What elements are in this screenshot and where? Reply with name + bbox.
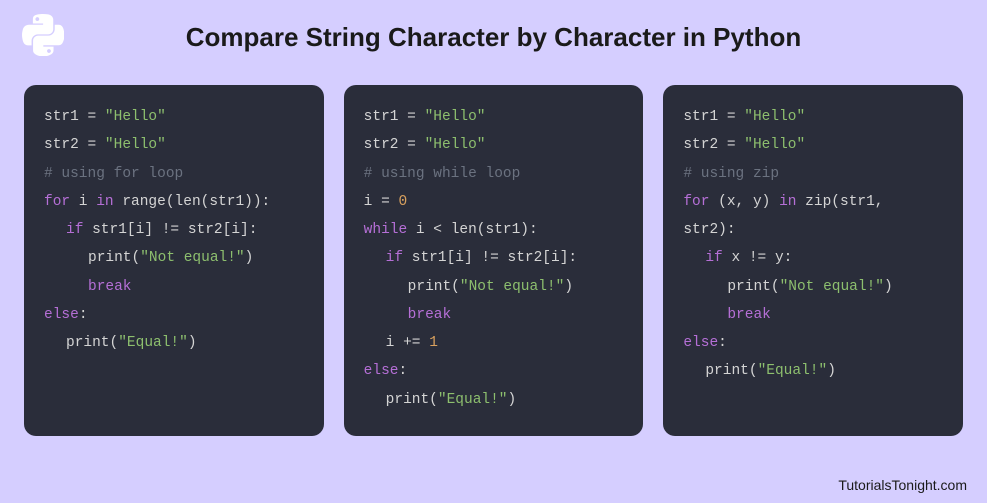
code-string: "Hello" [425, 109, 486, 125]
code-keyword: break [727, 307, 771, 323]
code-block-zip: str1 = "Hello" str2 = "Hello" # using zi… [663, 85, 963, 436]
code-string: "Not equal!" [460, 279, 564, 295]
code-text: print( [705, 363, 757, 379]
code-text: str1 = [683, 109, 744, 125]
code-number: 0 [398, 194, 407, 210]
code-text: str2): [683, 222, 735, 238]
code-text: : [718, 335, 727, 351]
code-text: print( [66, 335, 118, 351]
code-block-for-loop: str1 = "Hello" str2 = "Hello" # using fo… [24, 85, 324, 436]
code-text: str2 = [364, 137, 425, 153]
code-text: print( [88, 250, 140, 266]
code-text: : [398, 363, 407, 379]
code-keyword: else [683, 335, 718, 351]
page-title: Compare String Character by Character in… [0, 0, 987, 53]
code-comment: # using for loop [44, 166, 183, 182]
code-keyword: if [705, 250, 722, 266]
code-text: i = [364, 194, 399, 210]
code-block-while-loop: str1 = "Hello" str2 = "Hello" # using wh… [344, 85, 644, 436]
code-text: str2 = [683, 137, 744, 153]
code-text: i < len(str1): [407, 222, 538, 238]
code-text: (x, y) [709, 194, 779, 210]
code-text: ) [245, 250, 254, 266]
code-comment: # using zip [683, 166, 779, 182]
code-keyword: break [408, 307, 452, 323]
code-text: ) [884, 279, 893, 295]
code-keyword: if [386, 250, 403, 266]
footer-attribution: TutorialsTonight.com [838, 477, 967, 493]
code-keyword: if [66, 222, 83, 238]
code-text: print( [386, 392, 438, 408]
code-text: print( [408, 279, 460, 295]
code-keyword: for [683, 194, 709, 210]
code-string: "Not equal!" [780, 279, 884, 295]
code-string: "Hello" [744, 109, 805, 125]
code-string: "Not equal!" [140, 250, 244, 266]
code-text: range(len(str1)): [114, 194, 271, 210]
code-text: : [79, 307, 88, 323]
code-keyword: in [779, 194, 796, 210]
code-text: str1[i] != str2[i]: [403, 250, 577, 266]
code-string: "Hello" [105, 109, 166, 125]
code-string: "Hello" [744, 137, 805, 153]
code-keyword: break [88, 279, 132, 295]
code-text: ) [188, 335, 197, 351]
code-text: str1[i] != str2[i]: [83, 222, 257, 238]
code-string: "Equal!" [118, 335, 188, 351]
code-string: "Hello" [425, 137, 486, 153]
code-text: i [70, 194, 96, 210]
code-comment: # using while loop [364, 166, 521, 182]
code-keyword: else [364, 363, 399, 379]
python-logo-icon [22, 14, 64, 61]
code-string: "Equal!" [758, 363, 828, 379]
code-keyword: for [44, 194, 70, 210]
code-text: ) [508, 392, 517, 408]
code-text: str2 = [44, 137, 105, 153]
code-string: "Hello" [105, 137, 166, 153]
code-keyword: while [364, 222, 408, 238]
code-blocks-container: str1 = "Hello" str2 = "Hello" # using fo… [0, 85, 987, 436]
code-text: ) [564, 279, 573, 295]
code-text: i += [386, 335, 430, 351]
code-text: ) [827, 363, 836, 379]
code-text: zip(str1, [796, 194, 883, 210]
code-keyword: in [96, 194, 113, 210]
code-keyword: else [44, 307, 79, 323]
code-text: str1 = [364, 109, 425, 125]
code-string: "Equal!" [438, 392, 508, 408]
code-number: 1 [429, 335, 438, 351]
code-text: str1 = [44, 109, 105, 125]
code-text: x != y: [723, 250, 793, 266]
code-text: print( [727, 279, 779, 295]
